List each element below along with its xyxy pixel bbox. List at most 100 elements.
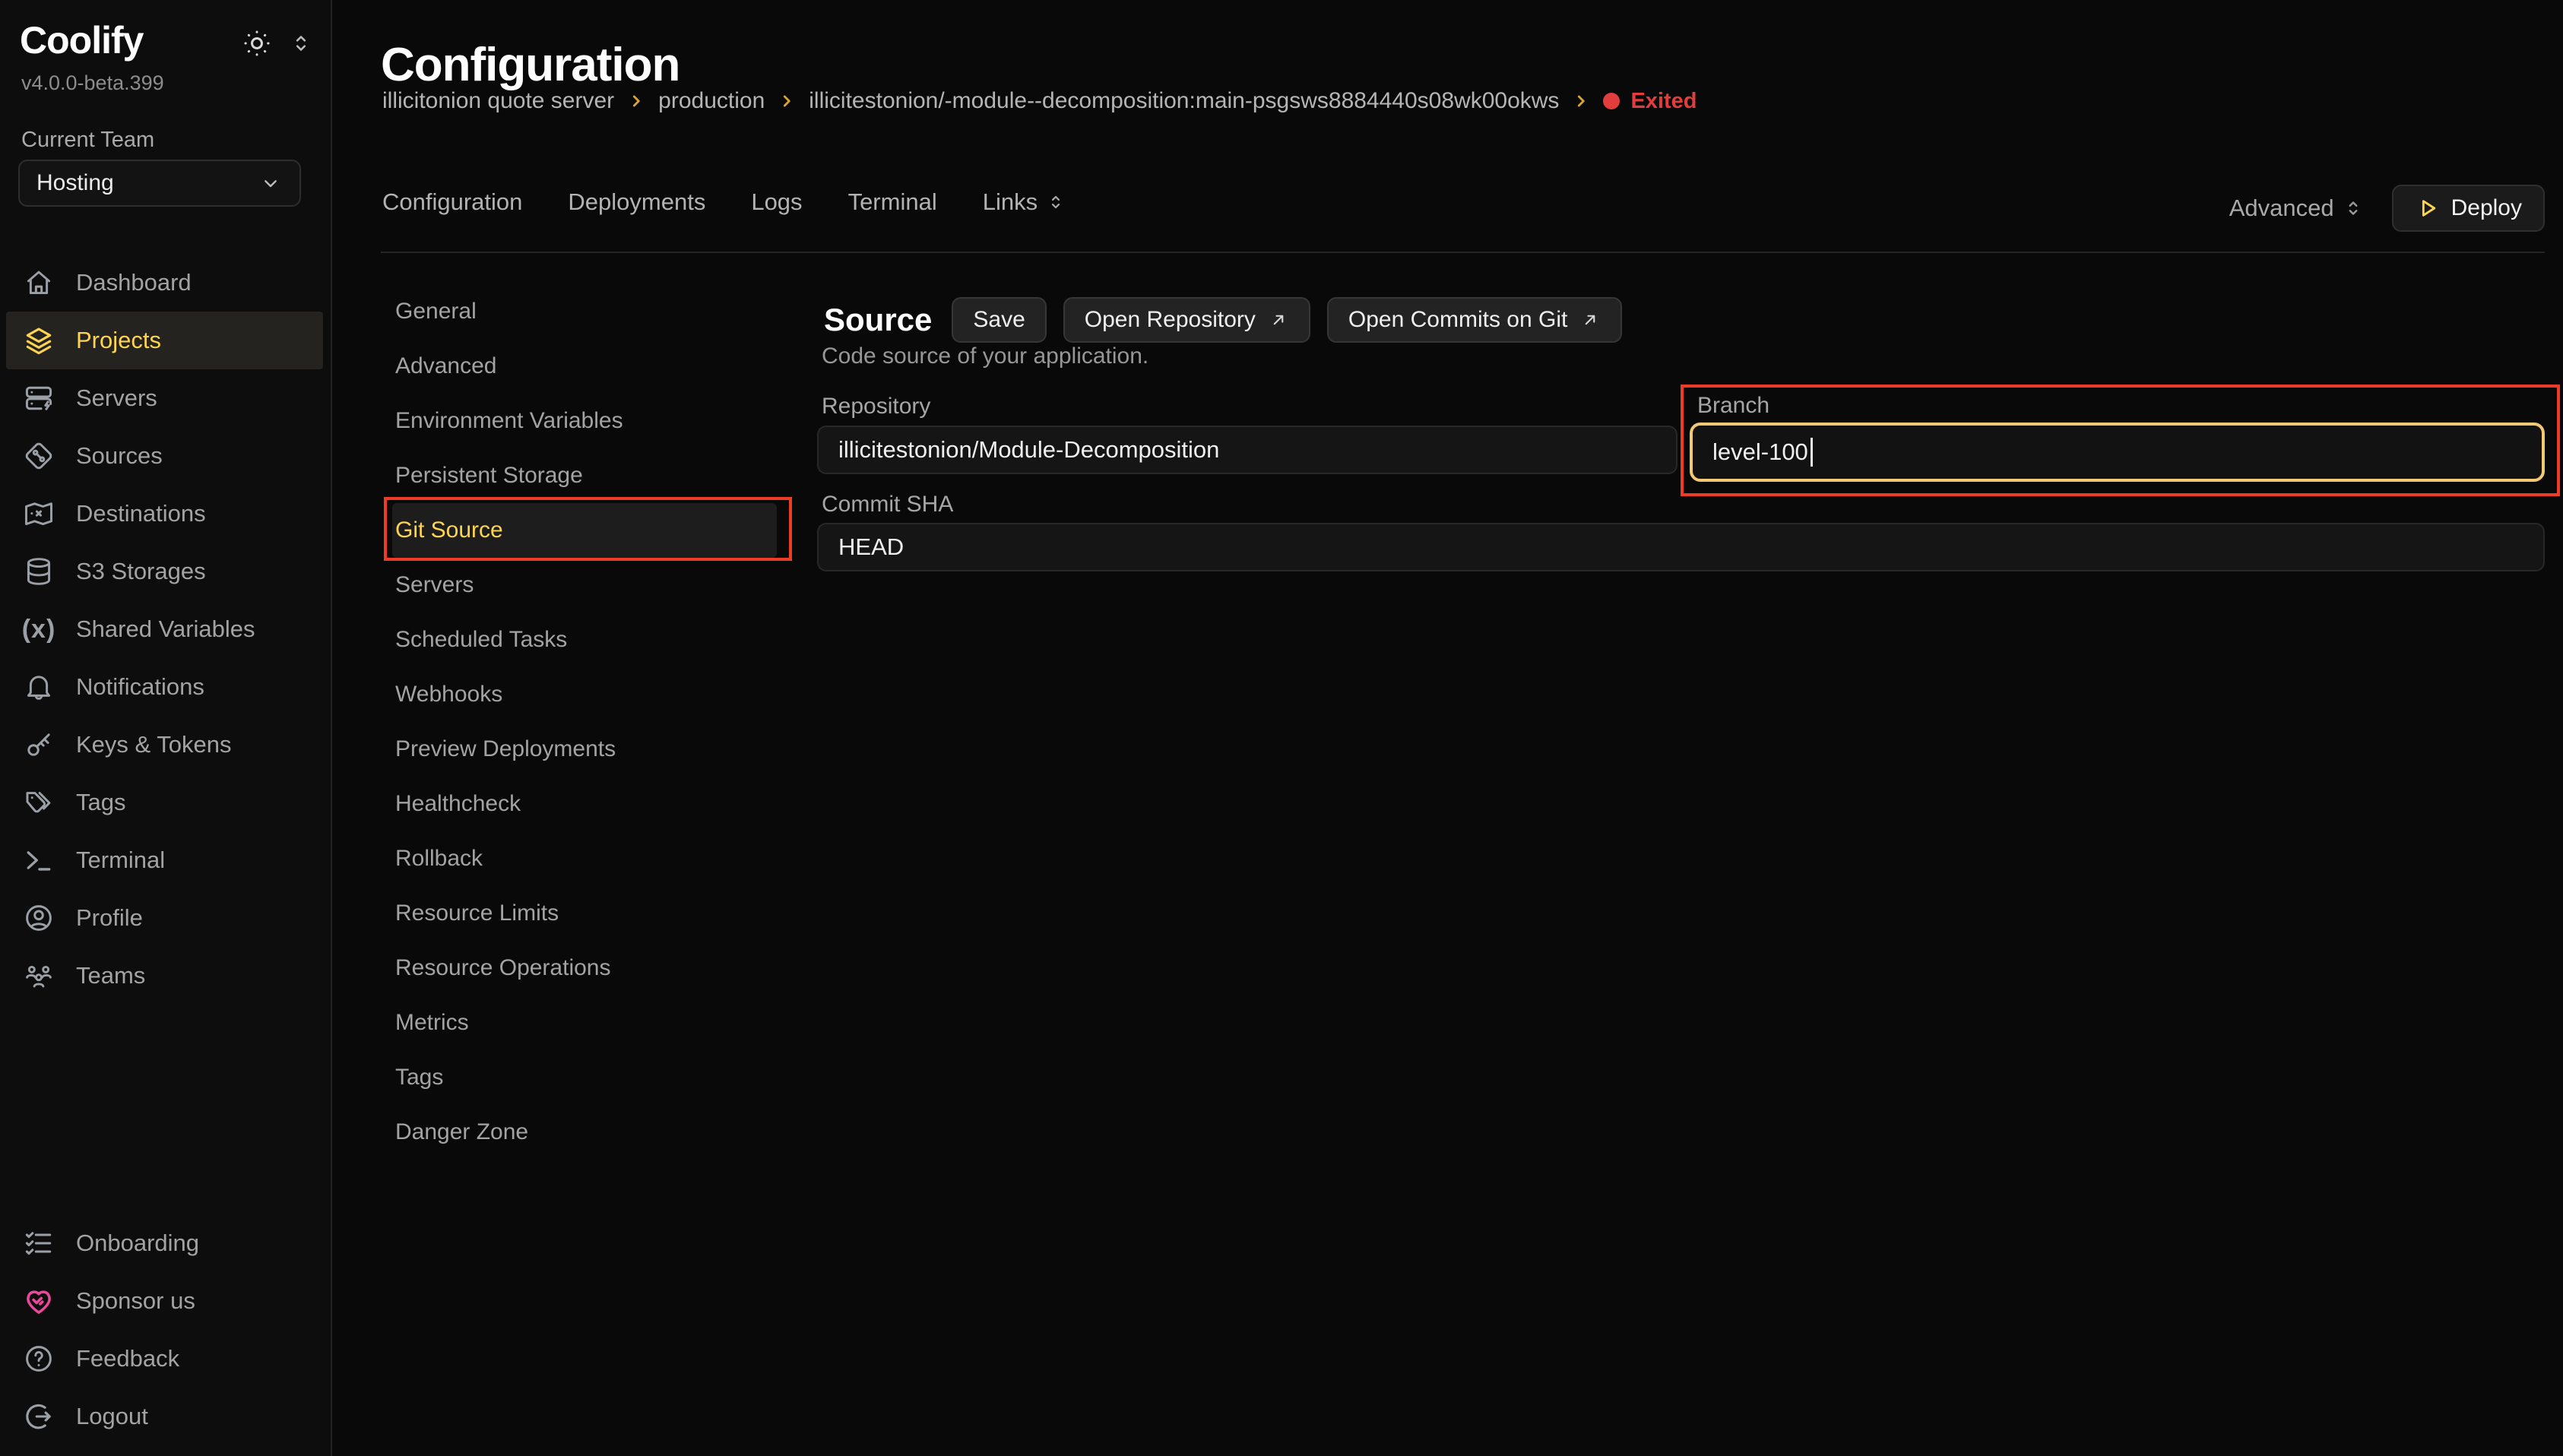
- commit-sha-input[interactable]: HEAD: [817, 523, 2545, 571]
- open-commits-label: Open Commits on Git: [1348, 307, 1567, 333]
- breadcrumb-application[interactable]: illicitestonion/-module--decomposition:m…: [809, 88, 1559, 114]
- sidebar-item-label: Sponsor us: [76, 1287, 195, 1315]
- sidebar-item-sponsor-us[interactable]: Sponsor us: [6, 1272, 323, 1330]
- sidebar-item-terminal[interactable]: Terminal: [6, 831, 323, 889]
- subnav-item-environment-variables[interactable]: Environment Variables: [392, 394, 777, 448]
- tab-deployments[interactable]: Deployments: [568, 188, 705, 216]
- team-select[interactable]: Hosting: [18, 160, 301, 207]
- subnav-item-danger-zone[interactable]: Danger Zone: [392, 1105, 777, 1160]
- sidebar-item-label: Terminal: [76, 847, 165, 874]
- subnav-item-servers[interactable]: Servers: [392, 558, 777, 612]
- sidebar-item-shared-variables[interactable]: (x) Shared Variables: [6, 600, 323, 658]
- subnav-item-resource-limits[interactable]: Resource Limits: [392, 886, 777, 941]
- source-header-row: Source Save Open Repository Open Commits…: [824, 296, 1622, 343]
- heart-hands-icon: [21, 1283, 56, 1318]
- chevron-right-icon: [777, 91, 797, 111]
- map-icon: [21, 496, 56, 531]
- source-description: Code source of your application.: [822, 343, 1148, 369]
- sidebar-item-tags[interactable]: Tags: [6, 774, 323, 831]
- theme-sun-icon[interactable]: [241, 27, 273, 59]
- repository-input[interactable]: illicitestonion/Module-Decomposition: [817, 426, 1678, 474]
- users-group-icon: [21, 958, 56, 993]
- sidebar: Coolify v4.0.0-beta.399 Current Team Hos…: [0, 0, 332, 1456]
- open-repository-button[interactable]: Open Repository: [1063, 297, 1310, 343]
- sidebar-item-label: Notifications: [76, 673, 204, 701]
- key-icon: [21, 727, 56, 762]
- subnav-item-git-source[interactable]: Git Source: [392, 503, 777, 558]
- app-version: v4.0.0-beta.399: [21, 71, 164, 95]
- subnav-item-metrics[interactable]: Metrics: [392, 995, 777, 1050]
- sidebar-item-feedback[interactable]: Feedback: [6, 1330, 323, 1388]
- sidebar-item-keys-tokens[interactable]: Keys & Tokens: [6, 716, 323, 774]
- sidebar-item-onboarding[interactable]: Onboarding: [6, 1214, 323, 1272]
- sidebar-item-destinations[interactable]: Destinations: [6, 485, 323, 543]
- commit-sha-label: Commit SHA: [822, 492, 953, 518]
- open-commits-button[interactable]: Open Commits on Git: [1327, 297, 1622, 343]
- subnav-item-advanced[interactable]: Advanced: [392, 339, 777, 394]
- sidebar-item-sources[interactable]: Sources: [6, 427, 323, 485]
- sidebar-item-label: Dashboard: [76, 269, 192, 296]
- subnav-item-scheduled-tasks[interactable]: Scheduled Tasks: [392, 612, 777, 667]
- play-icon: [2415, 195, 2441, 221]
- repository-label: Repository: [822, 394, 930, 419]
- home-icon: [21, 265, 56, 300]
- theme-selector-chevrons-icon[interactable]: [288, 30, 314, 56]
- chevron-down-icon: [258, 171, 283, 195]
- tag-icon: [21, 785, 56, 820]
- subnav-item-resource-operations[interactable]: Resource Operations: [392, 941, 777, 995]
- help-circle-icon: [21, 1341, 56, 1376]
- variables-icon: (x): [21, 612, 56, 647]
- subnav-item-healthcheck[interactable]: Healthcheck: [392, 777, 777, 831]
- sidebar-item-label: Servers: [76, 385, 157, 412]
- database-icon: [21, 554, 56, 589]
- sidebar-item-teams[interactable]: Teams: [6, 947, 323, 1005]
- sidebar-item-label: Tags: [76, 789, 125, 816]
- chevrons-updown-icon: [2342, 197, 2365, 220]
- subnav-item-persistent-storage[interactable]: Persistent Storage: [392, 448, 777, 503]
- subnav-item-preview-deployments[interactable]: Preview Deployments: [392, 722, 777, 777]
- breadcrumb-environment[interactable]: production: [658, 88, 765, 114]
- chevron-right-icon: [1571, 91, 1591, 111]
- sidebar-item-s3-storages[interactable]: S3 Storages: [6, 543, 323, 600]
- sidebar-item-label: Shared Variables: [76, 616, 255, 643]
- sidebar-item-label: Projects: [76, 327, 161, 354]
- coolify-app: Coolify v4.0.0-beta.399 Current Team Hos…: [0, 0, 2563, 1456]
- deploy-label: Deploy: [2451, 195, 2522, 221]
- sidebar-item-projects[interactable]: Projects: [6, 312, 323, 369]
- subnav-item-general[interactable]: General: [392, 284, 777, 339]
- repository-value: illicitestonion/Module-Decomposition: [838, 436, 1219, 464]
- user-circle-icon: [21, 901, 56, 935]
- sidebar-item-profile[interactable]: Profile: [6, 889, 323, 947]
- sidebar-item-logout[interactable]: Logout: [6, 1388, 323, 1445]
- breadcrumb-project[interactable]: illicitonion quote server: [382, 88, 614, 114]
- subnav-item-webhooks[interactable]: Webhooks: [392, 667, 777, 722]
- subnav-item-tags[interactable]: Tags: [392, 1050, 777, 1105]
- sidebar-item-label: Profile: [76, 904, 143, 932]
- advanced-dropdown[interactable]: Advanced: [2229, 195, 2365, 222]
- terminal-icon: [21, 843, 56, 878]
- sidebar-item-servers[interactable]: Servers: [6, 369, 323, 427]
- tab-links-label: Links: [983, 188, 1038, 216]
- advanced-label: Advanced: [2229, 195, 2334, 222]
- subnav-item-rollback[interactable]: Rollback: [392, 831, 777, 886]
- sidebar-item-label: Destinations: [76, 500, 206, 527]
- tab-terminal[interactable]: Terminal: [848, 188, 937, 216]
- breadcrumb: illicitonion quote server production ill…: [382, 88, 1697, 114]
- sidebar-item-notifications[interactable]: Notifications: [6, 658, 323, 716]
- sidebar-nav: Dashboard Projects Servers: [0, 254, 329, 1005]
- sidebar-item-label: Onboarding: [76, 1230, 199, 1257]
- checklist-icon: [21, 1226, 56, 1261]
- tab-logs[interactable]: Logs: [751, 188, 802, 216]
- branch-input[interactable]: level-100: [1690, 423, 2545, 482]
- settings-subnav: General Advanced Environment Variables P…: [381, 284, 778, 1160]
- tab-links[interactable]: Links: [983, 188, 1066, 216]
- chevron-right-icon: [626, 91, 646, 111]
- tab-configuration[interactable]: Configuration: [382, 188, 522, 216]
- save-button[interactable]: Save: [952, 297, 1046, 343]
- sidebar-footer-nav: Onboarding Sponsor us Feedback: [0, 1214, 329, 1445]
- commit-sha-value: HEAD: [838, 533, 904, 561]
- sidebar-item-dashboard[interactable]: Dashboard: [6, 254, 323, 312]
- sidebar-item-label: S3 Storages: [76, 558, 206, 585]
- deploy-button[interactable]: Deploy: [2392, 185, 2545, 232]
- sidebar-item-label: Feedback: [76, 1345, 179, 1372]
